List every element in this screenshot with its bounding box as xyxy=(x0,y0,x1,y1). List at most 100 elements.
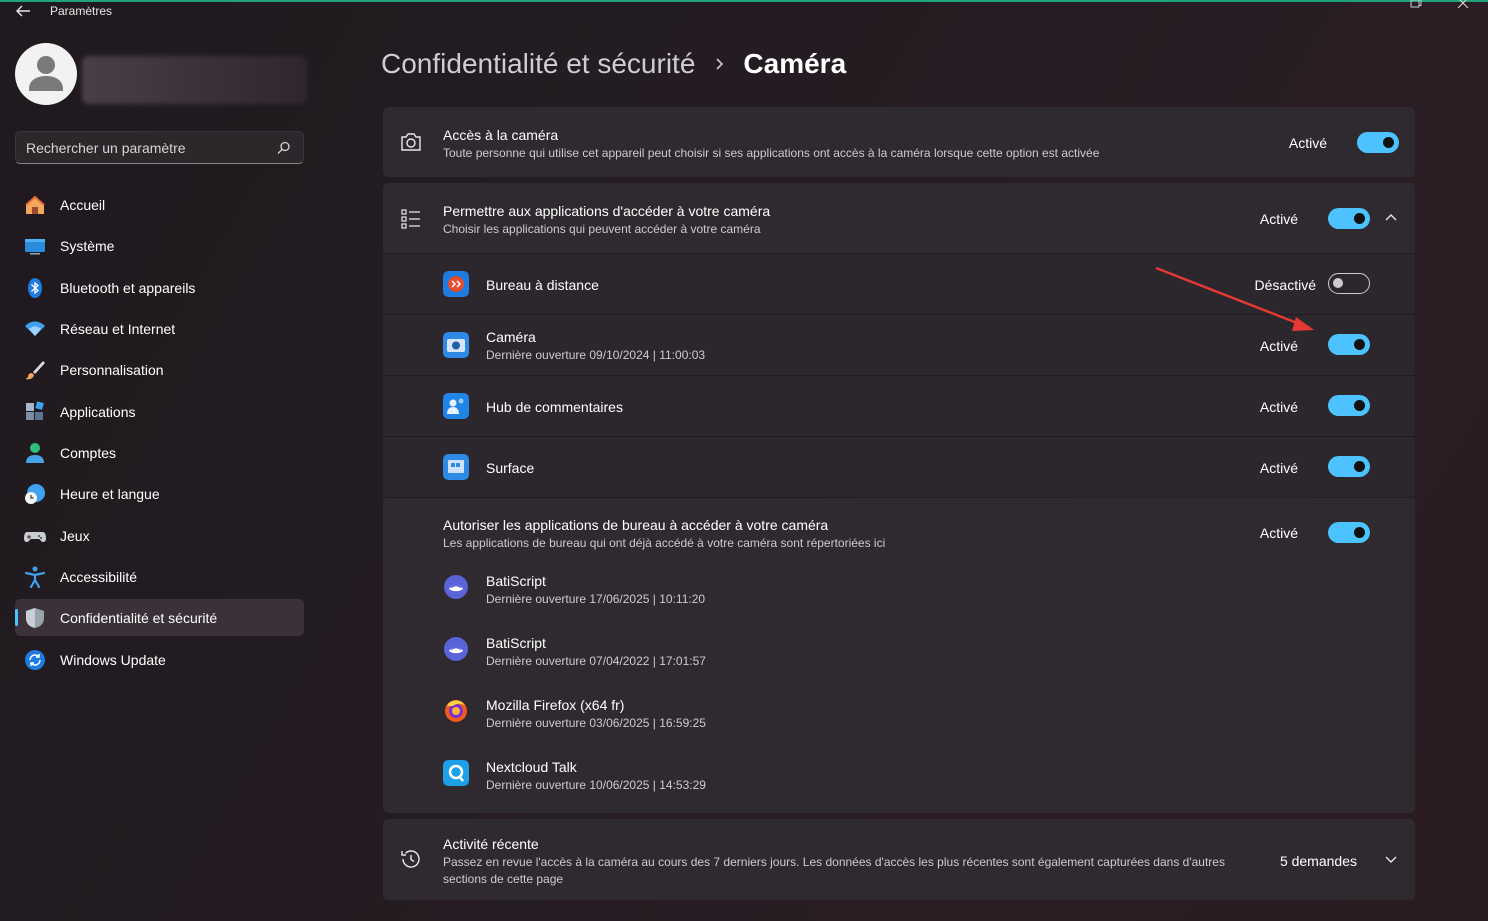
avatar-icon xyxy=(29,56,63,91)
apps-access-state: Activé xyxy=(1259,211,1298,227)
sidebar-item-label: Système xyxy=(60,238,115,255)
app-state: Activé xyxy=(1259,399,1298,415)
toggle-knob xyxy=(1354,461,1365,472)
chevron-up-icon[interactable] xyxy=(1384,212,1398,222)
toggle-knob xyxy=(1354,339,1365,350)
sidebar-item-label: Comptes xyxy=(60,445,117,462)
update-icon xyxy=(25,649,45,670)
recent-activity-title: Activité récente xyxy=(443,836,539,852)
app-state: Désactivé xyxy=(1254,277,1316,293)
nextcloud-talk-icon xyxy=(443,760,469,786)
sidebar-item-bluetooth[interactable]: Bluetooth et appareils xyxy=(15,269,304,306)
page-title: Caméra xyxy=(743,48,847,79)
app-row-bureau-distance: Bureau à distance Désactivé xyxy=(383,254,1415,314)
app-last-opened: Dernière ouverture 10/06/2025 | 14:53:29 xyxy=(486,778,706,792)
sidebar-item-label: Confidentialité et sécurité xyxy=(60,610,218,627)
breadcrumb-parent[interactable]: Confidentialité et sécurité xyxy=(381,48,695,80)
history-icon xyxy=(401,850,420,868)
apps-icon xyxy=(26,401,44,420)
sidebar-item-comptes[interactable]: Comptes xyxy=(15,434,304,471)
restore-window-icon[interactable] xyxy=(1410,0,1422,8)
batiscript-icon xyxy=(444,575,468,599)
app-last-opened: Dernière ouverture 03/06/2025 | 16:59:25 xyxy=(486,716,706,730)
feedback-hub-icon xyxy=(443,393,469,419)
user-avatar[interactable] xyxy=(15,43,77,105)
app-name: BatiScript xyxy=(486,573,546,589)
sidebar-item-confidentialite[interactable]: Confidentialité et sécurité xyxy=(15,599,304,637)
wifi-icon xyxy=(25,321,45,337)
back-arrow-icon[interactable] xyxy=(14,3,32,19)
sidebar-nav: Accueil Système Bluetooth et appareils R… xyxy=(15,186,304,682)
close-window-icon[interactable] xyxy=(1456,0,1470,10)
search-input[interactable] xyxy=(26,140,266,156)
camera-access-title: Accès à la caméra xyxy=(443,127,559,143)
sidebar-item-heure-langue[interactable]: Heure et langue xyxy=(15,475,304,512)
sidebar-item-jeux[interactable]: Jeux xyxy=(15,517,304,554)
app-last-opened: Dernière ouverture 09/10/2024 | 11:00:03 xyxy=(486,348,706,362)
camera-app-toggle[interactable] xyxy=(1328,334,1370,355)
app-name: Caméra xyxy=(486,329,536,345)
chevron-right-icon xyxy=(716,58,724,70)
title-bar: Paramètres xyxy=(0,0,1488,24)
desktop-app-item: BatiScript Dernière ouverture 17/06/2025… xyxy=(383,560,1415,622)
toggle-knob xyxy=(1333,278,1343,288)
sidebar-item-windows-update[interactable]: Windows Update xyxy=(15,641,304,678)
bureau-distance-toggle[interactable] xyxy=(1328,273,1370,294)
remote-desktop-icon xyxy=(443,271,469,297)
sidebar-item-label: Réseau et Internet xyxy=(60,321,176,338)
recent-activity-card[interactable]: Activité récente Passez en revue l'accès… xyxy=(383,819,1415,900)
shield-icon xyxy=(26,608,44,629)
app-name: Mozilla Firefox (x64 fr) xyxy=(486,697,625,713)
hub-commentaires-toggle[interactable] xyxy=(1328,395,1370,416)
sidebar-item-label: Bluetooth et appareils xyxy=(60,279,196,296)
sidebar-item-label: Applications xyxy=(60,403,136,420)
app-name: BatiScript xyxy=(486,635,546,651)
app-last-opened: Dernière ouverture 17/06/2025 | 10:11:20 xyxy=(486,592,706,606)
apps-access-subtitle: Choisir les applications qui peuvent acc… xyxy=(443,222,761,236)
toggle-knob xyxy=(1354,527,1365,538)
camera-access-subtitle: Toute personne qui utilise cet appareil … xyxy=(443,146,1100,160)
camera-icon xyxy=(401,133,421,151)
gamepad-icon xyxy=(24,531,46,542)
sidebar-item-applications[interactable]: Applications xyxy=(15,393,304,430)
user-name-blurred xyxy=(82,56,307,104)
search-icon[interactable] xyxy=(277,141,291,155)
desktop-apps-card: Autoriser les applications de bureau à a… xyxy=(383,498,1415,813)
search-box[interactable] xyxy=(15,131,304,164)
sidebar-item-personnalisation[interactable]: Personnalisation xyxy=(15,351,304,388)
surface-toggle[interactable] xyxy=(1328,456,1370,477)
desktop-app-item: BatiScript Dernière ouverture 07/04/2022… xyxy=(383,622,1415,684)
desktop-apps-state: Activé xyxy=(1259,525,1298,541)
app-name: Bureau à distance xyxy=(486,277,599,293)
sidebar-item-accessibilite[interactable]: Accessibilité xyxy=(15,558,304,595)
desktop-apps-toggle[interactable] xyxy=(1328,522,1370,543)
brush-icon xyxy=(25,361,45,380)
camera-app-icon xyxy=(443,332,469,358)
sidebar-item-accueil[interactable]: Accueil xyxy=(15,186,304,223)
accessibility-icon xyxy=(24,566,46,589)
desktop-app-item: Mozilla Firefox (x64 fr) Dernière ouvert… xyxy=(383,684,1415,746)
apps-access-card: Permettre aux applications d'accéder à v… xyxy=(383,183,1415,497)
desktop-apps-subtitle: Les applications de bureau qui ont déjà … xyxy=(443,536,886,550)
apps-access-toggle[interactable] xyxy=(1328,208,1370,229)
breadcrumb: Confidentialité et sécurité Caméra xyxy=(381,44,846,84)
list-icon xyxy=(401,209,420,229)
sidebar-item-label: Windows Update xyxy=(60,651,166,668)
sidebar-item-label: Accueil xyxy=(60,197,106,213)
chevron-down-icon[interactable] xyxy=(1384,855,1398,865)
toggle-knob xyxy=(1354,213,1365,224)
recent-activity-count: 5 demandes xyxy=(1279,853,1357,869)
globe-clock-icon xyxy=(25,484,45,505)
display-icon xyxy=(25,239,45,255)
desktop-apps-title: Autoriser les applications de bureau à a… xyxy=(443,517,829,533)
camera-access-toggle[interactable] xyxy=(1357,132,1399,153)
app-name: Nextcloud Talk xyxy=(486,759,577,775)
person-icon xyxy=(26,443,44,464)
sidebar-item-systeme[interactable]: Système xyxy=(15,227,304,264)
sidebar-item-label: Accessibilité xyxy=(60,569,138,586)
home-icon xyxy=(25,195,45,214)
app-state: Activé xyxy=(1259,460,1298,476)
firefox-icon xyxy=(445,700,467,722)
sidebar-item-reseau[interactable]: Réseau et Internet xyxy=(15,310,304,347)
batiscript-icon xyxy=(444,637,468,661)
